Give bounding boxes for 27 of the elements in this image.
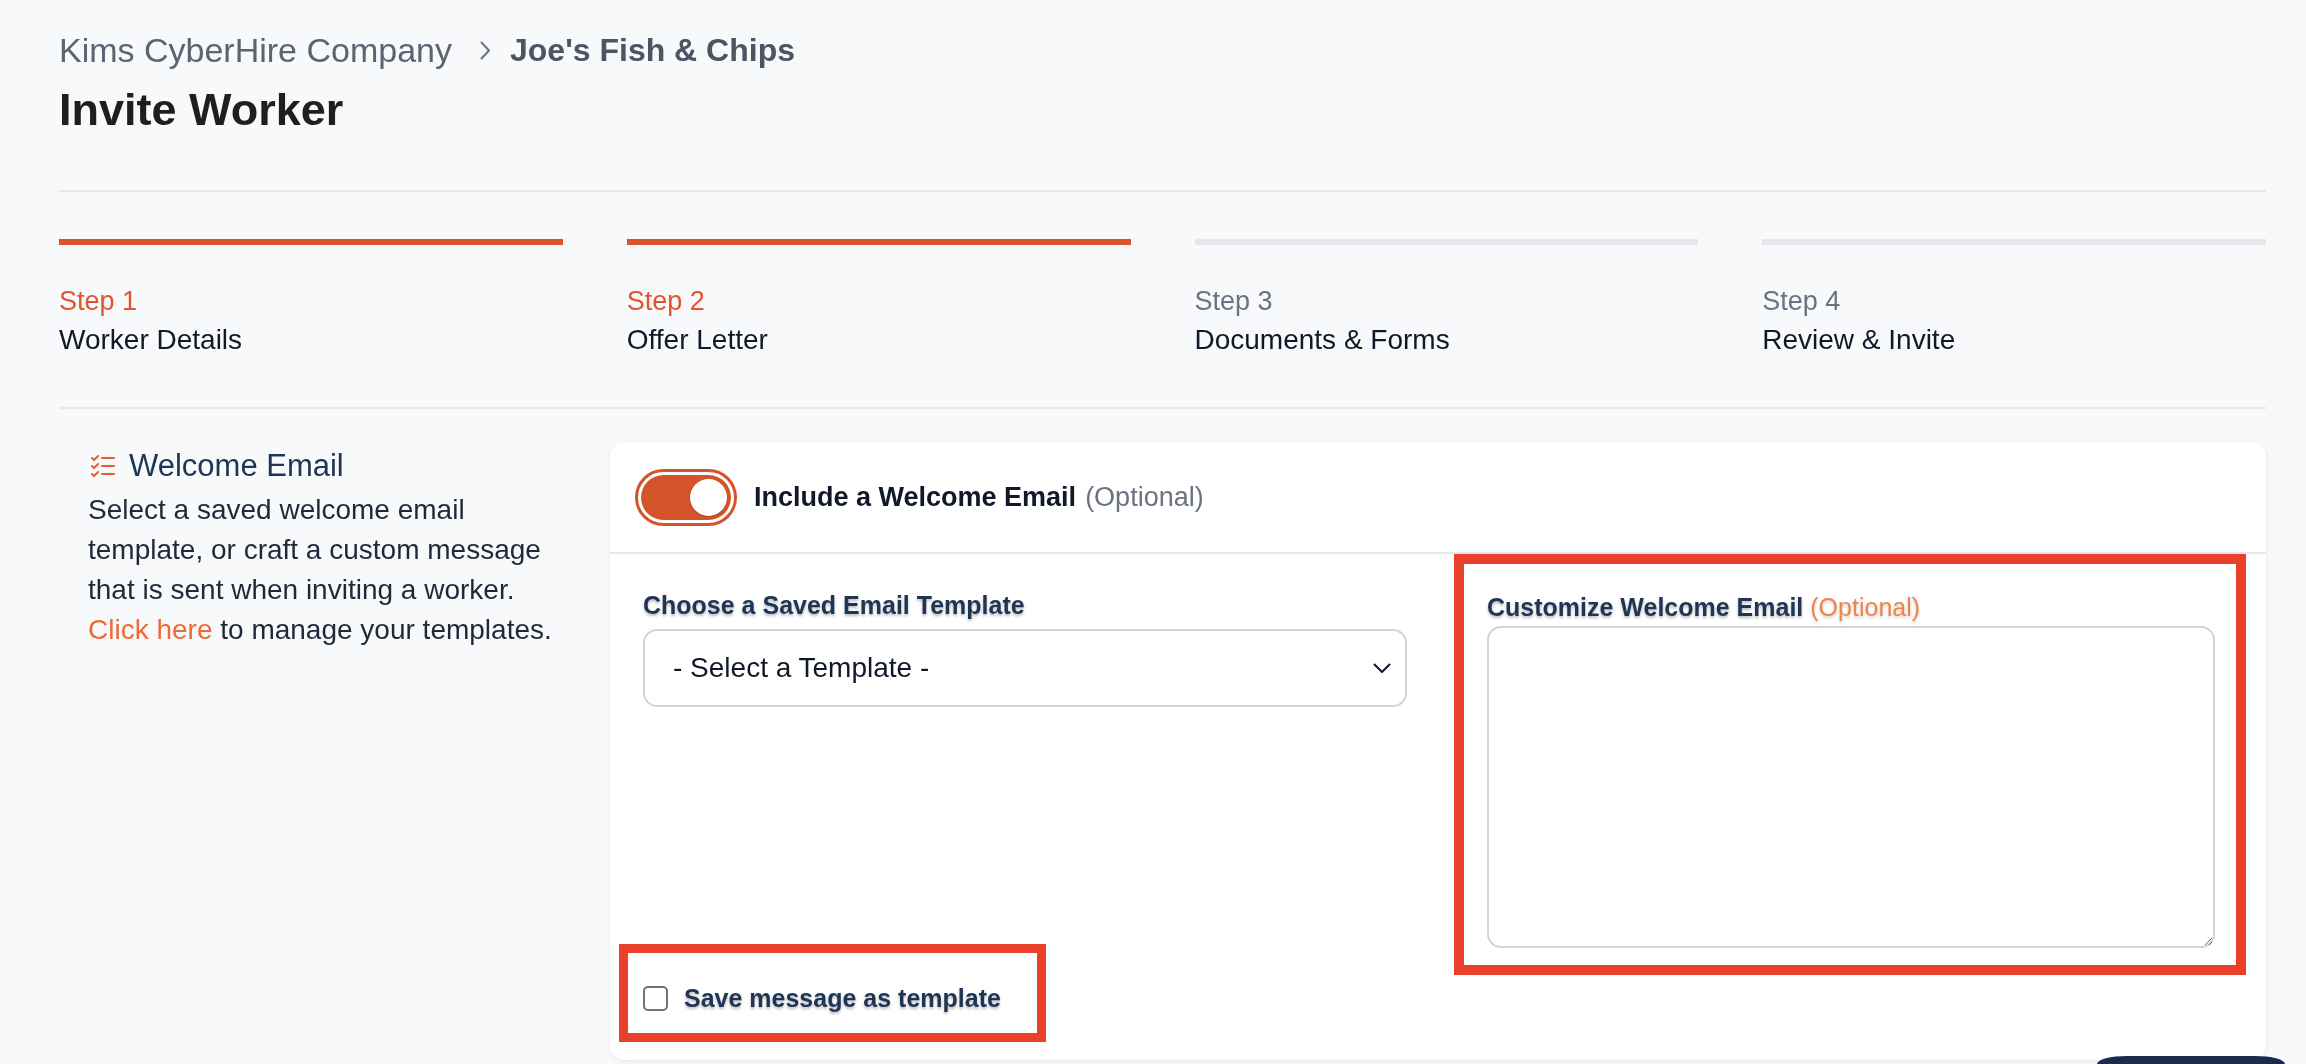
- step-number: Step 4: [1762, 285, 1841, 317]
- breadcrumb-current: Joe's Fish & Chips: [510, 31, 795, 70]
- page-title: Invite Worker: [59, 83, 344, 137]
- step-title: Documents & Forms: [1194, 323, 1450, 357]
- toggle-label: Include a Welcome Email: [754, 481, 1077, 514]
- section-description: Select a saved welcome email template, or craft a custom message that is sent when inviting a worker. Click here to manage your templates.: [88, 493, 553, 647]
- step-number: Step 2: [626, 285, 705, 317]
- chevron-right-icon: [480, 40, 491, 60]
- template-select[interactable]: - Select a Template -: [643, 629, 1407, 707]
- partial-button[interactable]: [2097, 1056, 2285, 1064]
- checkbox-label: Save message as template: [684, 983, 1001, 1013]
- step-number: Step 3: [1194, 285, 1273, 317]
- toggle-switch[interactable]: [635, 468, 737, 526]
- step-title: Worker Details: [59, 323, 243, 357]
- step-title: Review & Invite: [1762, 323, 1956, 357]
- field-label: Choose a Saved Email Template: [643, 590, 1025, 620]
- checkbox[interactable]: [643, 985, 668, 1011]
- manage-templates-link[interactable]: Click here: [88, 614, 213, 645]
- optional-hint: (Optional): [1085, 481, 1204, 514]
- step-number: Step 1: [59, 285, 138, 317]
- chevron-down-icon: [1373, 662, 1391, 674]
- checklist-icon: [91, 454, 115, 478]
- section-title: Welcome Email: [129, 447, 344, 485]
- breadcrumb-link[interactable]: Kims CyberHire Company: [59, 30, 452, 70]
- optional-hint: (Optional): [1810, 592, 1921, 622]
- field-label: Customize Welcome Email: [1487, 592, 1804, 622]
- step-title: Offer Letter: [626, 323, 768, 357]
